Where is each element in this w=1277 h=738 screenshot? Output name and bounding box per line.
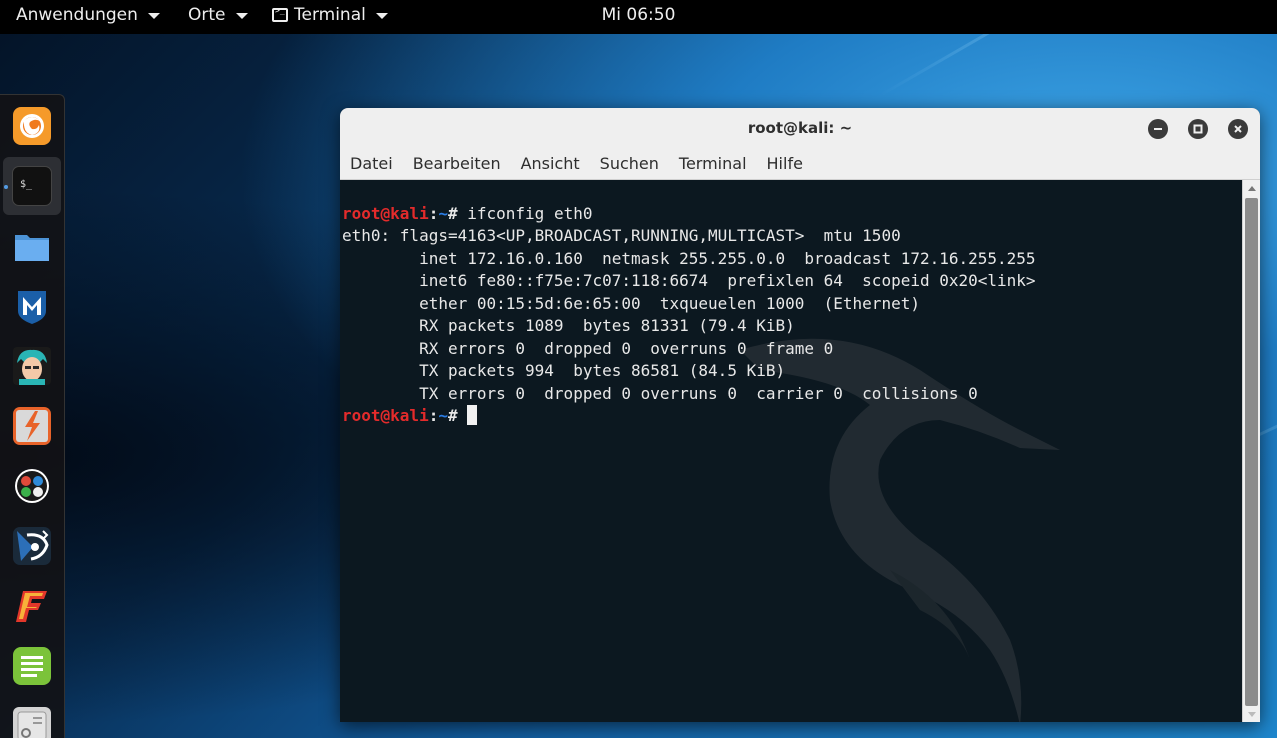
chevron-down-icon [235,13,248,19]
prompt-user: root@kali [342,203,429,223]
scroll-up-button[interactable] [1243,180,1260,196]
prompt-suffix: # [447,406,468,425]
dock-item-leafpad[interactable] [3,637,61,695]
dock-item-firefox[interactable] [3,97,61,155]
maltego-icon [13,467,51,505]
menu-edit[interactable]: Bearbeiten [413,154,501,173]
wallpaper-streak [619,34,1239,37]
maximize-button[interactable] [1188,119,1208,139]
prompt-separator: : [428,203,439,223]
applications-menu-label: Anwendungen [16,5,138,25]
window-title: root@kali: ~ [747,119,853,137]
dock-item-terminal[interactable]: $_ [3,157,61,215]
arrow-down-icon [1247,711,1256,717]
top-panel: Anwendungen Orte Terminal Mi 06:50 [0,0,1277,34]
close-button[interactable] [1228,119,1248,139]
applications-menu[interactable]: Anwendungen [16,5,160,25]
command-text: ifconfig eth0 [467,203,593,223]
menu-search[interactable]: Suchen [600,154,659,173]
app-menu-terminal[interactable]: Terminal [272,5,388,25]
maximize-icon [1193,124,1203,134]
output-line: inet6 fe80::f75e:7c07:118:6674 prefixlen… [342,271,1036,290]
prompt-path: ~ [438,406,448,425]
active-prompt-line: root@kali:~# [342,405,1036,428]
terminal-output: root@kali:~# ifconfig eth0 eth0: flags=41… [342,180,1036,473]
window-titlebar[interactable]: root@kali: ~ [340,108,1260,149]
menu-view[interactable]: Ansicht [521,154,580,173]
terminal-icon: $_ [12,166,52,206]
places-menu[interactable]: Orte [188,5,248,25]
chevron-down-icon [147,13,160,19]
files-icon [13,227,51,265]
output-line: RX errors 0 dropped 0 overruns 0 frame 0 [342,338,834,358]
minimize-button[interactable] [1148,119,1168,139]
output-line: ether 00:15:5d:6e:65:00 txqueuelen 1000 … [342,293,920,313]
leafpad-icon [13,647,51,685]
wallpaper-streak [879,34,1277,97]
prompt-path: ~ [438,203,448,223]
terminal-icon [272,6,288,22]
prompt-suffix: # [447,203,468,223]
text-cursor [467,405,478,425]
prompt-user: root@kali [342,406,429,425]
output-line: TX packets 994 bytes 86581 (84.5 KiB) [342,361,786,380]
cherrytree-icon [13,707,51,738]
scroll-down-button[interactable] [1243,706,1260,722]
window-menubar: Datei Bearbeiten Ansicht Suchen Terminal… [340,148,1260,180]
menu-terminal[interactable]: Terminal [679,154,747,173]
dock-item-burpsuite[interactable] [3,397,61,455]
arrow-up-icon [1247,185,1256,191]
prompt-separator: : [428,406,439,425]
output-line: TX errors 0 dropped 0 overruns 0 carrier… [342,383,978,403]
places-menu-label: Orte [188,5,226,25]
clock[interactable]: Mi 06:50 [602,5,676,25]
metasploit-icon [13,287,51,325]
dock-item-metasploit[interactable] [3,277,61,335]
faraday-icon [13,587,51,625]
firefox-icon [13,107,51,145]
menu-help[interactable]: Hilfe [767,154,803,173]
dock: $_ [0,94,65,738]
dock-item-armitage[interactable] [3,337,61,395]
dock-item-maltego[interactable] [3,457,61,515]
beef-icon [13,527,51,565]
command-line: root@kali:~# ifconfig eth0 [342,203,1036,226]
output-line: eth0: flags=4163<UP,BROADCAST,RUNNING,MU… [342,226,901,245]
menu-file[interactable]: Datei [350,154,393,173]
app-menu-label: Terminal [294,5,366,25]
svg-text:$_: $_ [20,179,33,190]
dock-item-beef[interactable] [3,517,61,575]
chevron-down-icon [375,13,388,19]
terminal-window: root@kali: ~ Datei Bearbeiten Ansicht Su… [340,108,1260,722]
armitage-icon [13,347,51,385]
dock-item-files[interactable] [3,217,61,275]
dock-item-faraday[interactable] [3,577,61,635]
terminal-area[interactable]: root@kali:~# ifconfig eth0 eth0: flags=41… [340,180,1242,722]
terminal-scrollbar[interactable] [1242,180,1260,722]
close-icon [1234,125,1242,133]
minimize-icon [1154,128,1162,130]
dock-item-cherrytree[interactable] [3,697,61,738]
output-line: RX packets 1089 bytes 81331 (79.4 KiB) [342,316,795,335]
scrollbar-thumb[interactable] [1245,198,1258,706]
output-line: inet 172.16.0.160 netmask 255.255.0.0 br… [342,248,1036,268]
burpsuite-icon [13,407,51,445]
